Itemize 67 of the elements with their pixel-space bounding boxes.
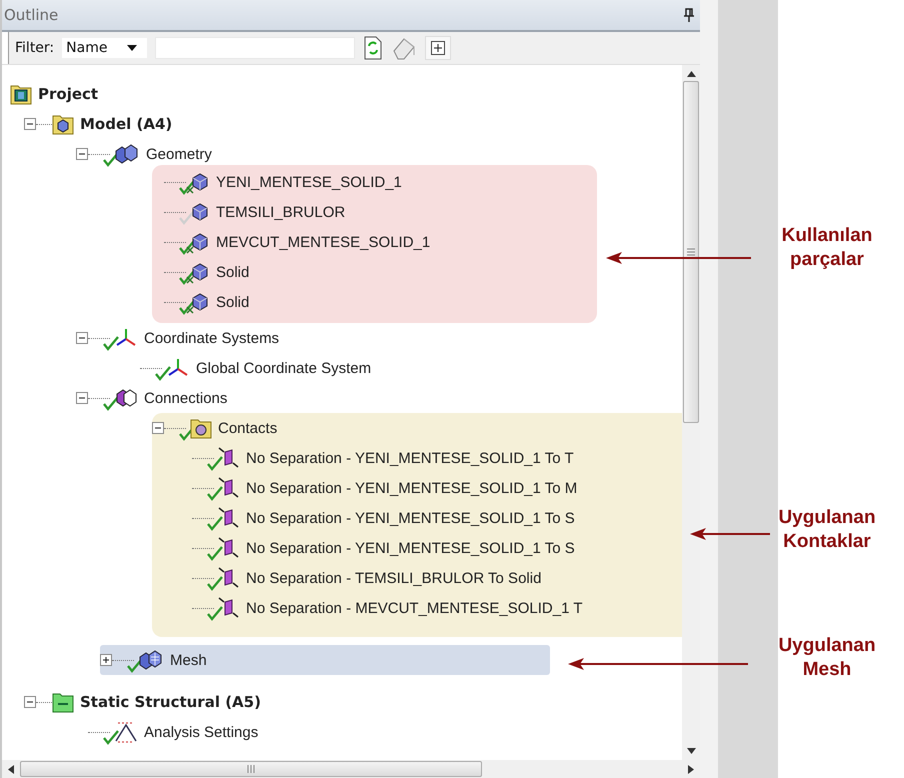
contact-icon — [218, 537, 240, 559]
tree-item[interactable]: No Separation - YENI_MENTESE_SOLID_1 To M — [246, 480, 578, 496]
expander-icon[interactable] — [76, 332, 88, 344]
scroll-up-icon[interactable] — [686, 71, 696, 77]
tree-item[interactable]: MEVCUT_MENTESE_SOLID_1 — [216, 234, 430, 250]
horizontal-scrollbar[interactable] — [2, 760, 700, 778]
expander-icon[interactable] — [100, 654, 112, 666]
vertical-scrollbar[interactable] — [682, 65, 700, 760]
cubes-icon — [114, 143, 140, 165]
folder-cube-icon — [52, 113, 74, 135]
tree-item[interactable]: YENI_MENTESE_SOLID_1 — [216, 174, 402, 190]
annotation-text: Uygulanan Mesh — [777, 634, 877, 682]
panel-title: Outline — [4, 6, 58, 24]
expand-all-button[interactable] — [425, 36, 452, 60]
tree-item[interactable]: Project — [38, 85, 98, 103]
folder-icon — [52, 691, 74, 713]
tree-item[interactable]: Connections — [144, 390, 228, 406]
scroll-down-icon[interactable] — [686, 748, 696, 754]
expander-icon[interactable] — [76, 392, 88, 404]
tree-item[interactable]: No Separation - YENI_MENTESE_SOLID_1 To T — [246, 450, 574, 466]
expander-icon[interactable] — [152, 422, 164, 434]
cube-icon — [190, 232, 210, 252]
folder-icon — [10, 83, 32, 105]
contact-icon — [218, 567, 240, 589]
expander-icon[interactable] — [24, 696, 36, 708]
plus-icon[interactable] — [431, 41, 446, 55]
refresh-icon[interactable] — [363, 36, 384, 60]
tree-item[interactable]: No Separation - YENI_MENTESE_SOLID_1 To S — [246, 510, 575, 526]
caret-icon[interactable] — [127, 45, 138, 51]
tree-item[interactable]: No Separation - TEMSILI_BRULOR To Solid — [246, 570, 542, 586]
tree-item[interactable]: No Separation - YENI_MENTESE_SOLID_1 To S — [246, 540, 575, 556]
tree-item[interactable]: Solid — [216, 294, 250, 310]
curve-icon — [114, 721, 138, 743]
tree-item[interactable]: No Separation - MEVCUT_MENTESE_SOLID_1 T — [246, 600, 583, 616]
pin-icon[interactable] — [684, 8, 694, 22]
cube-icon — [190, 172, 210, 192]
contact-icon — [218, 507, 240, 529]
tree-item[interactable]: Contacts — [218, 420, 278, 436]
scrollbar-thumb[interactable] — [683, 81, 699, 423]
tree-item[interactable]: Model (A4) — [80, 115, 172, 133]
cube-icon — [190, 202, 210, 222]
scroll-left-icon[interactable] — [8, 764, 14, 774]
tree-item[interactable]: Coordinate Systems — [144, 330, 280, 346]
filter-label: Filter: — [15, 40, 54, 56]
tree-item[interactable]: TEMSILI_BRULOR — [216, 204, 346, 220]
contact-icon — [218, 447, 240, 469]
folder-contacts-icon — [190, 417, 212, 439]
eraser-icon[interactable] — [391, 36, 418, 60]
annotation-text: Uygulanan Kontaklar — [777, 506, 877, 554]
filter-dropdown[interactable]: Name — [62, 38, 148, 58]
annotation-text: Kullanılan parçalar — [780, 224, 874, 272]
tree-item[interactable]: Mesh — [170, 652, 207, 668]
tree-item[interactable]: Static Structural (A5) — [80, 693, 261, 711]
scroll-right-icon[interactable] — [688, 764, 694, 774]
scrollbar-thumb[interactable] — [20, 761, 482, 777]
tree-item[interactable]: Analysis Settings — [144, 724, 258, 740]
tree-item[interactable]: Global Coordinate System — [196, 360, 372, 376]
contact-icon — [218, 477, 240, 499]
contact-icon — [218, 597, 240, 619]
expander-icon[interactable] — [76, 148, 88, 160]
linked-cubes-icon — [114, 387, 138, 409]
cube-icon — [190, 262, 210, 282]
cube-icon — [190, 292, 210, 312]
tree-item[interactable]: Solid — [216, 264, 250, 280]
expander-icon[interactable] — [24, 118, 36, 130]
cubes-icon — [138, 649, 164, 671]
tree-item[interactable]: Geometry — [146, 146, 212, 162]
